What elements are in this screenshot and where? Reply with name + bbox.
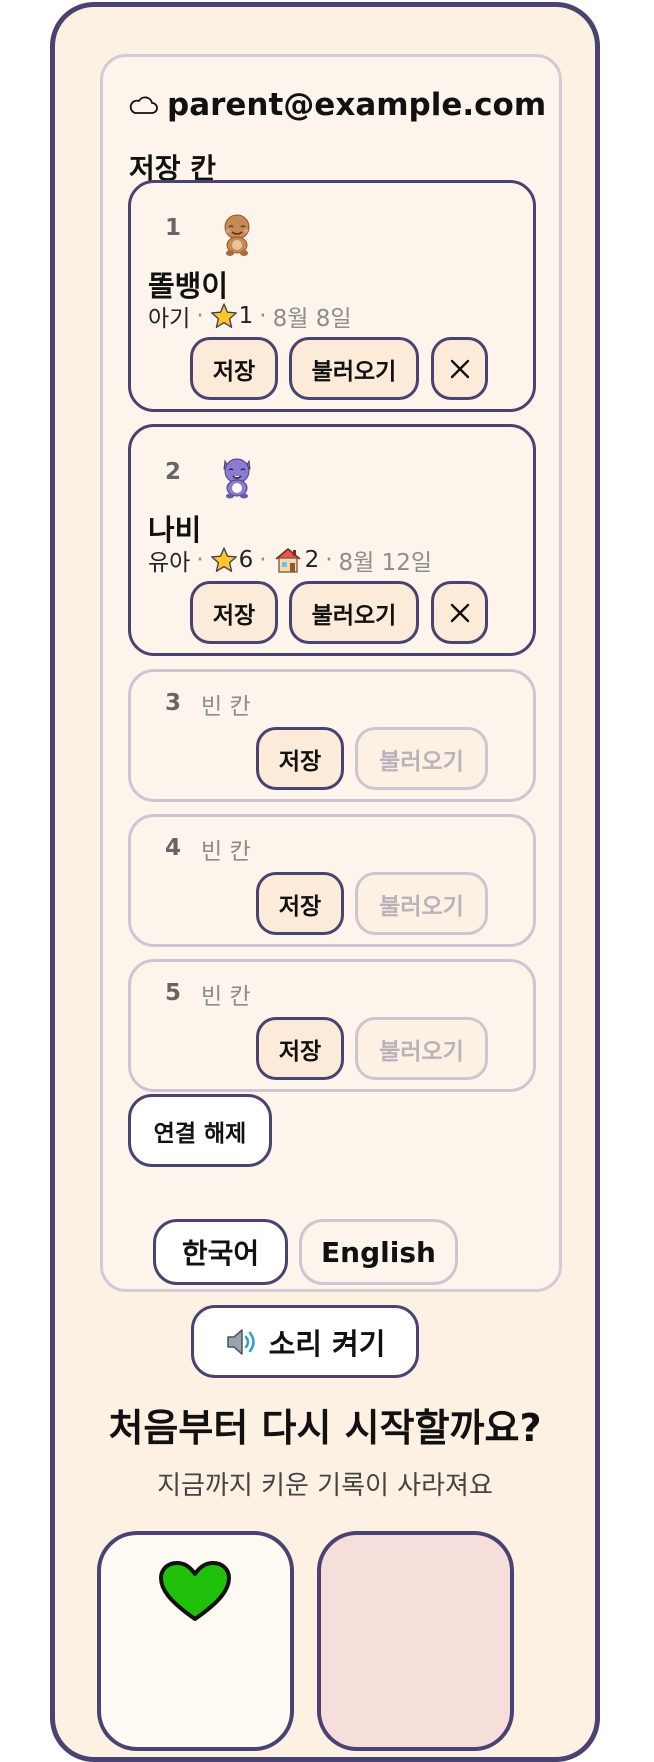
star-icon bbox=[210, 547, 237, 572]
account-row: parent@example.com bbox=[128, 87, 546, 123]
save-button[interactable]: 저장 bbox=[190, 581, 278, 644]
save-slot-2: 2 나비 유아 · 6 · 2 · 8월 12일 저장 불러오기 bbox=[128, 424, 536, 656]
separator: · bbox=[196, 547, 204, 573]
purple-cat-icon bbox=[223, 458, 251, 499]
star-count: 1 bbox=[238, 303, 254, 329]
slot-number: 2 bbox=[165, 459, 182, 485]
green-heart-icon bbox=[159, 1561, 231, 1621]
empty-slot-label: 빈 칸 bbox=[201, 984, 251, 1010]
brown-bear-icon bbox=[224, 214, 250, 256]
slot-number: 1 bbox=[165, 215, 182, 241]
save-button[interactable]: 저장 bbox=[256, 1017, 344, 1080]
confirm-reset-button[interactable] bbox=[317, 1531, 514, 1751]
sound-toggle-button[interactable]: 소리 켜기 bbox=[191, 1305, 419, 1378]
account-email: parent@example.com bbox=[167, 87, 547, 123]
separator: · bbox=[196, 303, 204, 329]
delete-slot-button[interactable] bbox=[431, 581, 488, 644]
speaker-icon bbox=[226, 1328, 255, 1355]
save-slot-4: 4 빈 칸 저장 불러오기 bbox=[128, 814, 536, 947]
star-count: 6 bbox=[238, 547, 254, 573]
slot-details: 아기 · 1 · 8월 8일 bbox=[148, 299, 352, 333]
separator: · bbox=[259, 547, 267, 573]
reset-title: 처음부터 다시 시작할까요? bbox=[108, 1406, 542, 1450]
house-icon bbox=[275, 548, 301, 573]
empty-slot-label: 빈 칸 bbox=[201, 694, 251, 720]
pet-stage: 아기 bbox=[148, 306, 191, 332]
save-slot-3: 3 빈 칸 저장 불러오기 bbox=[128, 669, 536, 802]
slot-number: 3 bbox=[165, 690, 182, 716]
disconnect-button[interactable]: 연결 해제 bbox=[128, 1094, 272, 1167]
star-icon bbox=[210, 303, 237, 328]
language-korean-button[interactable]: 한국어 bbox=[153, 1219, 288, 1285]
save-date: 8월 12일 bbox=[338, 550, 433, 576]
close-icon bbox=[450, 603, 469, 622]
slot-number: 4 bbox=[165, 835, 182, 861]
slot-number: 5 bbox=[165, 980, 182, 1006]
save-button[interactable]: 저장 bbox=[256, 727, 344, 790]
save-panel: parent@example.com 저장 칸 1 똘뱅이 아기 · 1 · 8… bbox=[100, 54, 562, 1292]
separator: · bbox=[259, 303, 267, 329]
save-button[interactable]: 저장 bbox=[190, 337, 278, 400]
pet-stage: 유아 bbox=[148, 550, 191, 576]
save-slot-5: 5 빈 칸 저장 불러오기 bbox=[128, 959, 536, 1092]
language-english-button[interactable]: English bbox=[299, 1219, 458, 1285]
phone-frame: parent@example.com 저장 칸 1 똘뱅이 아기 · 1 · 8… bbox=[50, 2, 600, 1762]
cloud-icon bbox=[129, 96, 158, 114]
house-count: 2 bbox=[304, 547, 320, 573]
load-button[interactable]: 불러오기 bbox=[355, 872, 488, 935]
load-button[interactable]: 불러오기 bbox=[289, 337, 419, 400]
save-date: 8월 8일 bbox=[272, 306, 352, 332]
load-button[interactable]: 불러오기 bbox=[355, 727, 488, 790]
separator: · bbox=[325, 547, 333, 573]
save-slot-1: 1 똘뱅이 아기 · 1 · 8월 8일 저장 불러오기 bbox=[128, 180, 536, 412]
delete-slot-button[interactable] bbox=[431, 337, 488, 400]
close-icon bbox=[450, 359, 469, 378]
slot-details: 유아 · 6 · 2 · 8월 12일 bbox=[148, 543, 432, 577]
keep-progress-button[interactable] bbox=[97, 1531, 294, 1751]
load-button[interactable]: 불러오기 bbox=[289, 581, 419, 644]
sound-toggle-label: 소리 켜기 bbox=[268, 1326, 386, 1361]
save-button[interactable]: 저장 bbox=[256, 872, 344, 935]
empty-slot-label: 빈 칸 bbox=[201, 839, 251, 865]
load-button[interactable]: 불러오기 bbox=[355, 1017, 488, 1080]
reset-subtitle: 지금까지 키운 기록이 사라져요 bbox=[157, 1471, 493, 1501]
